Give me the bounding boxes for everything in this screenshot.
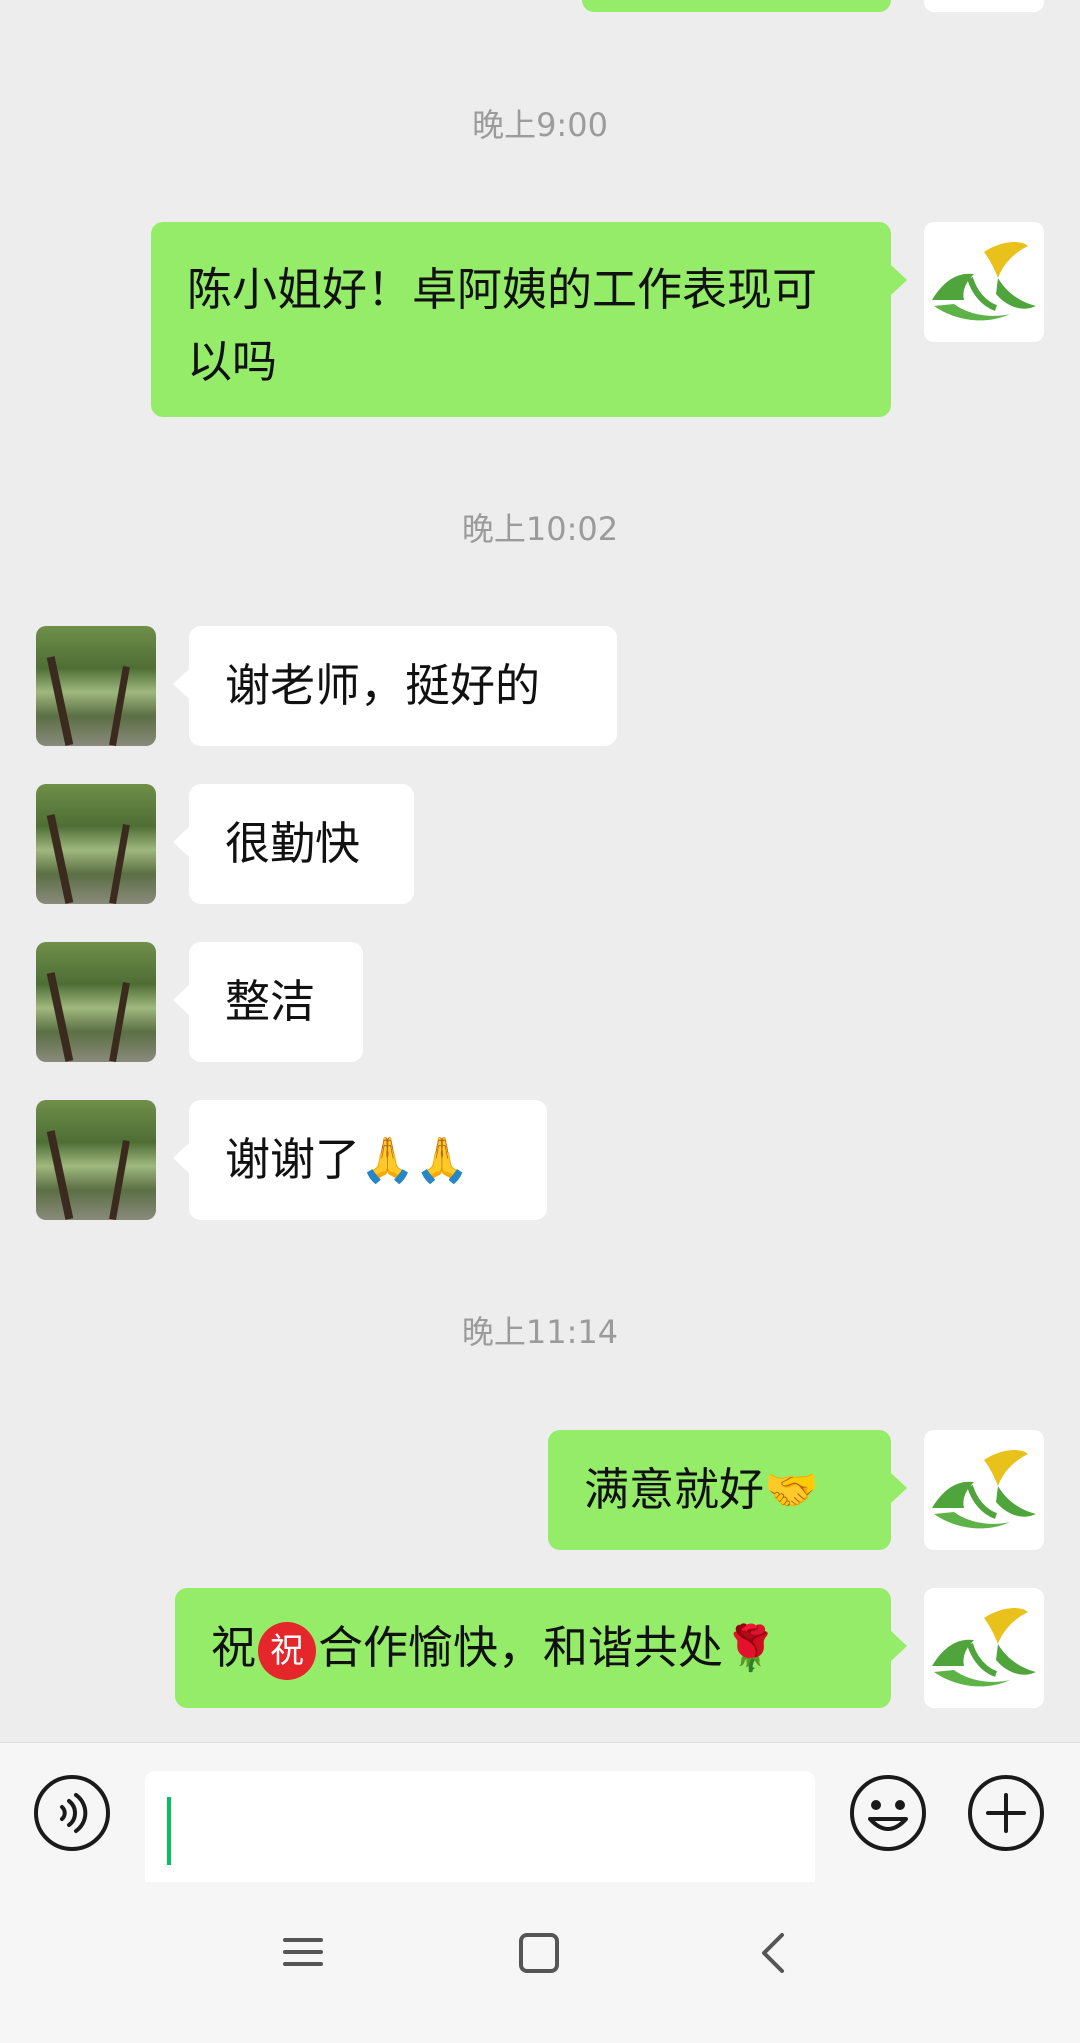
system-navigation-bar xyxy=(0,1882,1080,2043)
back-icon xyxy=(762,1933,784,1973)
message-bubble-incoming[interactable]: 整洁 xyxy=(173,942,363,1062)
plus-icon xyxy=(968,1775,1044,1851)
timestamp: 晚上11:14 xyxy=(461,1313,619,1351)
message-text: 整洁 xyxy=(225,975,316,1028)
message-text: 谢谢了 xyxy=(225,1133,361,1186)
avatar-contact[interactable] xyxy=(36,626,156,746)
message-bubble-outgoing[interactable]: 陈小姐好！卓阿姨的工作表现可以吗 xyxy=(151,222,907,417)
congrats-badge: 祝 xyxy=(258,1622,317,1680)
home-icon xyxy=(519,1933,559,1973)
message-bubble-outgoing[interactable]: 祝祝合作愉快，和谐共处🌹 xyxy=(175,1588,907,1708)
timestamp: 晚上9:00 xyxy=(472,106,608,144)
voice-button[interactable] xyxy=(32,1773,112,1853)
emoji-icon xyxy=(850,1775,926,1851)
pray-emoji: 🙏🙏 xyxy=(360,1135,470,1186)
avatar-me[interactable] xyxy=(924,1430,1044,1550)
message-text: 陈小姐好！卓阿姨的工作表现可以吗 xyxy=(187,263,818,388)
handshake-emoji: 🤝 xyxy=(764,1465,819,1516)
home-button[interactable] xyxy=(518,1932,560,1974)
avatar-contact[interactable] xyxy=(36,1100,156,1220)
message-bubble-incoming[interactable]: 谢老师，挺好的 xyxy=(173,626,617,746)
text-cursor xyxy=(167,1797,171,1865)
partial-outgoing-bubble xyxy=(582,0,891,12)
message-text: 谢老师，挺好的 xyxy=(225,659,541,712)
avatar-me[interactable] xyxy=(924,222,1044,342)
back-button[interactable] xyxy=(758,1932,788,1974)
logo-icon xyxy=(932,1450,1036,1529)
more-button[interactable] xyxy=(966,1773,1046,1853)
input-bar xyxy=(0,1742,1080,1889)
message-bubble-incoming[interactable]: 谢谢了🙏🙏 xyxy=(173,1100,547,1220)
timestamp: 晚上10:02 xyxy=(461,510,619,548)
avatar-contact[interactable] xyxy=(36,784,156,904)
rose-emoji: 🌹 xyxy=(723,1623,778,1674)
message-text: 很勤快 xyxy=(225,817,361,870)
menu-icon xyxy=(283,1938,323,1966)
message-text: 祝 xyxy=(211,1621,257,1674)
voice-icon xyxy=(34,1775,110,1851)
emoji-button[interactable] xyxy=(848,1773,928,1853)
avatar-contact[interactable] xyxy=(36,942,156,1062)
message-text: 合作愉快，和谐共处 xyxy=(318,1621,724,1674)
avatar-me[interactable] xyxy=(924,1588,1044,1708)
message-bubble-incoming[interactable]: 很勤快 xyxy=(173,784,414,904)
partial-avatar-me xyxy=(924,0,1044,12)
logo-icon xyxy=(932,1608,1036,1687)
logo-icon xyxy=(932,242,1036,321)
message-bubble-outgoing[interactable]: 满意就好🤝 xyxy=(548,1430,907,1550)
message-text: 满意就好 xyxy=(584,1463,765,1516)
menu-button[interactable] xyxy=(283,1932,323,1972)
message-input[interactable] xyxy=(145,1771,815,1889)
